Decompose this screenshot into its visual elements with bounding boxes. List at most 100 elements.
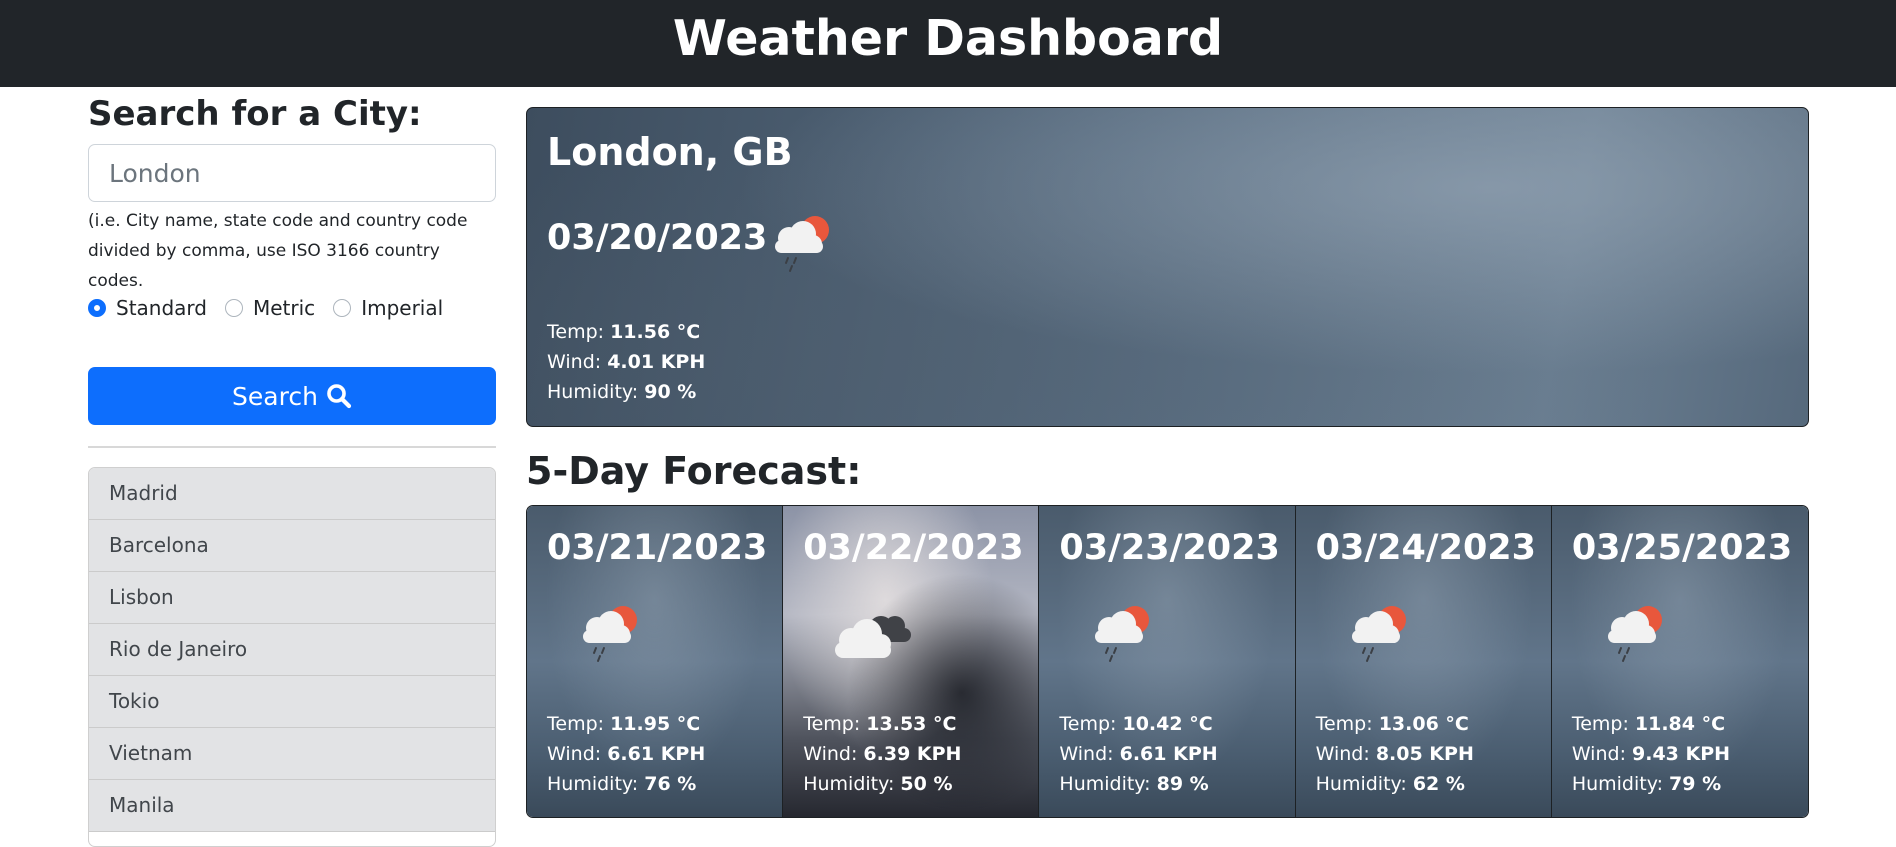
current-wind: Wind: 4.01 KPH: [547, 347, 705, 377]
temp-label: Temp:: [547, 321, 611, 343]
forecast-temp-value: 11.95 °C: [610, 713, 701, 735]
radio-metric-dot[interactable]: [225, 299, 243, 317]
temp-label: Temp:: [1059, 713, 1123, 735]
radio-imperial-dot[interactable]: [333, 299, 352, 317]
divider: [88, 446, 496, 448]
radio-imperial-label: Imperial: [361, 296, 444, 320]
humidity-label: Humidity:: [547, 381, 645, 403]
forecast-wind: Wind: 6.61 KPH: [547, 739, 705, 769]
forecast-card: 03/23/2023 Temp: 10.42 °C Wind: 6.61 KPH…: [1039, 506, 1296, 817]
search-title: Search for a City:: [88, 94, 422, 134]
cloud-rain-sun-icon: [1607, 606, 1662, 662]
forecast-temp-value: 13.53 °C: [866, 713, 957, 735]
current-humidity: Humidity: 90 %: [547, 377, 705, 407]
forecast-humidity-value: 50 %: [900, 773, 953, 795]
forecast-card: 03/22/2023 Temp: 13.53 °C Wind: 6.39 KPH…: [783, 506, 1040, 817]
current-humidity-value: 90 %: [644, 381, 697, 403]
forecast-date: 03/21/2023: [547, 528, 768, 568]
search-help-text: (i.e. City name, state code and country …: [88, 211, 468, 291]
forecast-stats: Temp: 10.42 °C Wind: 6.61 KPH Humidity: …: [1059, 709, 1217, 799]
search-button-label: Search: [232, 381, 318, 411]
radio-standard-label: Standard: [116, 296, 207, 320]
header-bar: Weather Dashboard: [0, 0, 1896, 87]
forecast-card: 03/21/2023 Temp: 11.95 °C Wind: 6.61 KPH…: [527, 506, 784, 817]
forecast-wind: Wind: 9.43 KPH: [1572, 739, 1730, 769]
history-item-lisbon[interactable]: Lisbon: [89, 572, 495, 624]
clouds-icon: [835, 616, 912, 658]
forecast-wind-value: 9.43 KPH: [1632, 743, 1731, 765]
temp-label: Temp:: [803, 713, 867, 735]
radio-metric-label: Metric: [253, 296, 316, 320]
current-date: 03/20/2023: [547, 218, 768, 258]
humidity-label: Humidity:: [1571, 773, 1670, 795]
forecast-temp: Temp: 13.06 °C: [1316, 709, 1474, 739]
forecast-temp-value: 13.06 °C: [1378, 713, 1469, 735]
forecast-wind-value: 6.61 KPH: [607, 743, 706, 765]
wind-label: Wind:: [547, 351, 608, 373]
wind-label: Wind:: [1059, 743, 1120, 765]
forecast-stats: Temp: 11.95 °C Wind: 6.61 KPH Humidity: …: [547, 709, 705, 799]
forecast-card: 03/24/2023 Temp: 13.06 °C Wind: 8.05 KPH…: [1295, 506, 1552, 817]
history-item-rio-de-janeiro[interactable]: Rio de Janeiro: [89, 624, 495, 676]
forecast-humidity-value: 62 %: [1412, 773, 1465, 795]
forecast-temp: Temp: 10.42 °C: [1059, 709, 1217, 739]
current-temp: Temp: 11.56 °C: [547, 317, 705, 347]
humidity-label: Humidity:: [1315, 773, 1413, 795]
history-item-madrid[interactable]: Madrid: [89, 468, 495, 520]
search-icon: [327, 384, 352, 409]
humidity-label: Humidity:: [547, 773, 645, 795]
forecast-temp-value: 10.42 °C: [1122, 713, 1213, 735]
current-city: London, GB: [547, 130, 793, 174]
humidity-label: Humidity:: [803, 773, 901, 795]
forecast-temp: Temp: 11.84 °C: [1572, 709, 1730, 739]
current-temp-value: 11.56 °C: [610, 321, 701, 343]
forecast-temp-value: 11.84 °C: [1634, 713, 1726, 735]
forecast-temp: Temp: 13.53 °C: [803, 709, 961, 739]
history-item-manila[interactable]: Manila: [89, 780, 495, 832]
forecast-wind-value: 6.39 KPH: [863, 743, 962, 765]
forecast-humidity: Humidity: 89 %: [1059, 769, 1217, 799]
forecast-humidity: Humidity: 76 %: [547, 769, 705, 799]
forecast-temp: Temp: 11.95 °C: [547, 709, 705, 739]
history-item-barcelona[interactable]: Barcelona: [89, 520, 495, 572]
wind-label: Wind:: [547, 743, 608, 765]
temp-label: Temp:: [1571, 713, 1635, 735]
forecast-wind: Wind: 6.61 KPH: [1059, 739, 1217, 769]
forecast-humidity-value: 89 %: [1156, 773, 1209, 795]
cloud-rain-sun-icon: [775, 216, 829, 272]
city-search-input[interactable]: [88, 144, 496, 202]
wind-label: Wind:: [1315, 743, 1376, 765]
humidity-label: Humidity:: [1059, 773, 1157, 795]
forecast-humidity: Humidity: 50 %: [803, 769, 961, 799]
current-stats: Temp: 11.56 °C Wind: 4.01 KPH Humidity: …: [547, 317, 705, 407]
search-history-list: Madrid Barcelona Lisbon Rio de Janeiro T…: [88, 467, 496, 847]
forecast-title: 5-Day Forecast:: [526, 449, 862, 493]
forecast-humidity-value: 76 %: [644, 773, 697, 795]
current-wind-value: 4.01 KPH: [607, 351, 706, 373]
radio-standard[interactable]: Standard: [88, 296, 207, 320]
radio-imperial[interactable]: Imperial: [333, 296, 443, 320]
forecast-date: 03/22/2023: [803, 528, 1024, 568]
search-button[interactable]: Search: [88, 367, 496, 425]
page-title: Weather Dashboard: [672, 10, 1224, 67]
current-weather-card: London, GB 03/20/2023 Temp: 11.56 °C Win…: [526, 107, 1809, 427]
history-item-tokio[interactable]: Tokio: [89, 676, 495, 728]
forecast-card: 03/25/2023 Temp: 11.84 °C Wind: 9.43 KPH…: [1551, 506, 1808, 817]
radio-metric[interactable]: Metric: [225, 296, 315, 320]
forecast-date: 03/24/2023: [1315, 528, 1536, 568]
history-item-vietnam[interactable]: Vietnam: [89, 728, 495, 780]
forecast-humidity-value: 79 %: [1669, 773, 1722, 795]
temp-label: Temp:: [1315, 713, 1379, 735]
units-radio-group: Standard Metric Imperial: [88, 296, 461, 320]
forecast-date: 03/25/2023: [1571, 528, 1793, 568]
forecast-stats: Temp: 13.06 °C Wind: 8.05 KPH Humidity: …: [1316, 709, 1474, 799]
forecast-wind: Wind: 6.39 KPH: [803, 739, 961, 769]
radio-standard-dot[interactable]: [88, 299, 106, 317]
forecast-wind: Wind: 8.05 KPH: [1316, 739, 1474, 769]
cloud-rain-sun-icon: [1351, 606, 1406, 662]
temp-label: Temp:: [547, 713, 611, 735]
forecast-humidity: Humidity: 62 %: [1316, 769, 1474, 799]
forecast-date: 03/23/2023: [1059, 528, 1280, 568]
wind-label: Wind:: [803, 743, 864, 765]
cloud-rain-sun-icon: [1095, 606, 1150, 662]
